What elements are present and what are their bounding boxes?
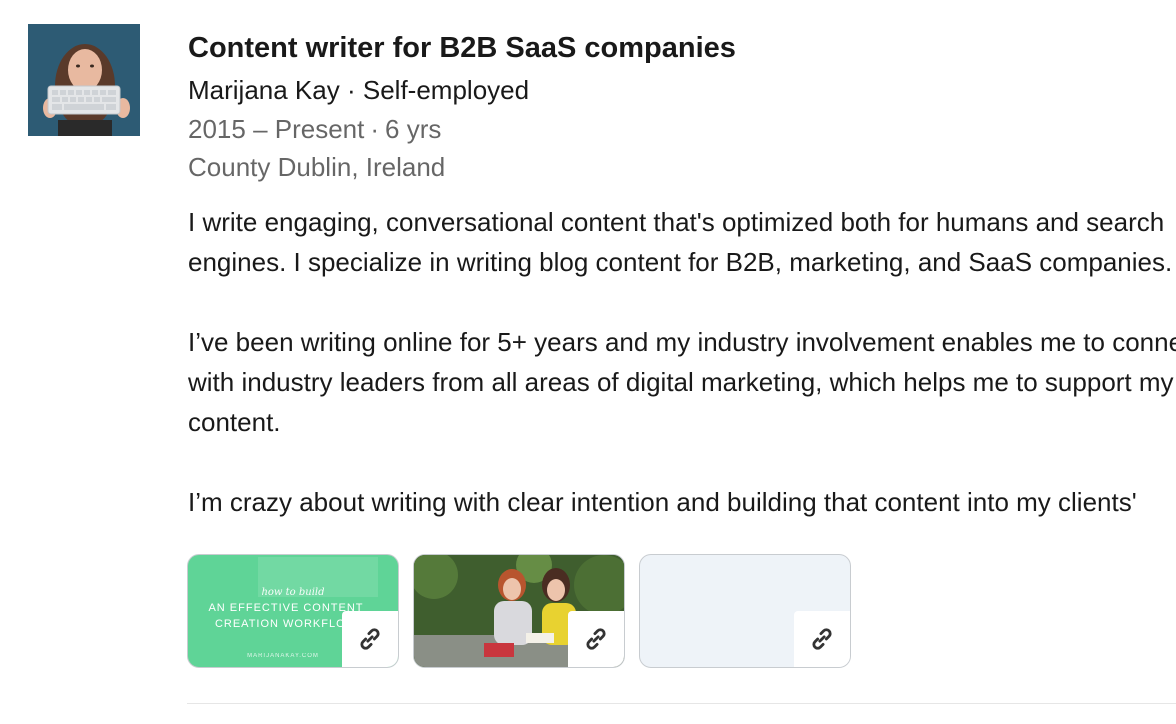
description-paragraph: I’m crazy about writing with clear inten… [188, 482, 1176, 522]
job-description: I write engaging, conversational content… [188, 202, 1176, 522]
description-line: engines. I specialize in writing blog co… [188, 247, 1173, 277]
media-attachments: how to build AN EFFECTIVE CONTENT CREATI… [187, 554, 851, 668]
thumbnail-text-small: how to build [261, 587, 325, 598]
position-title[interactable]: Content writer for B2B SaaS companies [188, 26, 1176, 70]
experience-entry: Content writer for B2B SaaS companies Ma… [188, 26, 1176, 522]
link-icon [360, 628, 380, 650]
date-range: 2015 – Present [188, 114, 365, 144]
separator: · [346, 75, 356, 105]
profile-photo [28, 24, 140, 136]
date-line: 2015 – Present · 6 yrs [188, 110, 1176, 148]
company-logo[interactable] [28, 24, 140, 136]
description-paragraph: I write engaging, conversational content… [188, 202, 1176, 282]
description-paragraph: I’ve been writing online for 5+ years an… [188, 322, 1176, 442]
media-thumbnail-empty[interactable] [639, 554, 851, 668]
media-thumbnail-workflow[interactable]: how to build AN EFFECTIVE CONTENT CREATI… [187, 554, 399, 668]
duration: 6 yrs [385, 114, 442, 144]
section-divider [187, 703, 1176, 704]
media-thumbnail-photo[interactable] [413, 554, 625, 668]
description-line: with industry leaders from all areas of … [188, 367, 1174, 397]
link-icon [812, 628, 832, 650]
link-badge [794, 611, 850, 667]
employment-type: Self-employed [362, 75, 530, 105]
link-icon [586, 628, 606, 650]
link-badge [568, 611, 624, 667]
location: County Dublin, Ireland [188, 152, 446, 182]
description-line: I write engaging, conversational content… [188, 207, 1165, 237]
description-line: I’m crazy about writing with clear inten… [188, 487, 1137, 517]
link-badge [342, 611, 398, 667]
description-line: I’ve been writing online for 5+ years an… [188, 327, 1176, 357]
company-name[interactable]: Marijana Kay [188, 75, 340, 105]
separator: · [370, 114, 380, 144]
company-line: Marijana Kay · Self-employed [188, 70, 1176, 110]
description-line: content. [188, 407, 281, 437]
